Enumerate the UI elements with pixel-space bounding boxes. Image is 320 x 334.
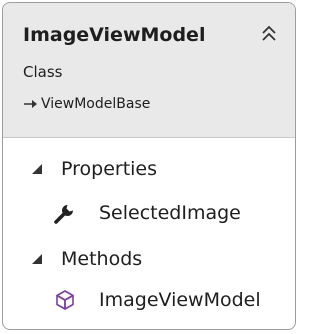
class-name: ImageViewModel xyxy=(23,24,206,46)
chevron-double-up-icon[interactable] xyxy=(257,22,281,46)
class-header: ImageViewModel Class ViewModelBase xyxy=(3,3,295,138)
method-cube-icon xyxy=(56,290,74,310)
class-shape[interactable]: ImageViewModel Class ViewModelBase Prope… xyxy=(2,2,296,330)
section-methods[interactable]: Methods xyxy=(31,246,142,272)
inheritance-arrow-icon xyxy=(24,100,37,108)
member-selectedimage[interactable]: SelectedImage xyxy=(53,199,241,227)
wrench-icon xyxy=(54,205,73,224)
class-stereotype: Class xyxy=(23,63,63,81)
class-compartment: Properties SelectedImage Methods ImageVi… xyxy=(3,138,295,329)
base-class-name: ViewModelBase xyxy=(41,96,151,112)
section-label: Methods xyxy=(61,248,143,270)
member-label: ImageViewModel xyxy=(99,289,261,311)
expand-triangle-icon[interactable] xyxy=(31,253,43,265)
section-properties[interactable]: Properties xyxy=(31,156,157,182)
member-imageviewmodel[interactable]: ImageViewModel xyxy=(53,286,261,314)
base-class-row: ViewModelBase xyxy=(23,94,150,114)
expand-triangle-icon[interactable] xyxy=(31,163,43,175)
member-label: SelectedImage xyxy=(99,202,241,224)
section-label: Properties xyxy=(61,158,158,180)
